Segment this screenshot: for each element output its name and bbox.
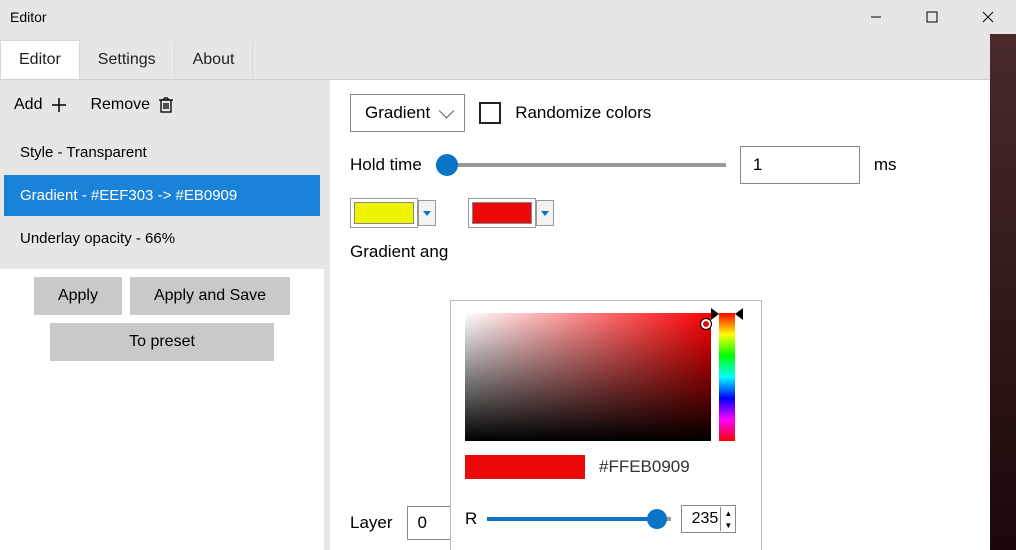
color1-swatch: [354, 202, 414, 224]
list-item[interactable]: Underlay opacity - 66%: [4, 218, 320, 259]
layer-label: Layer: [350, 513, 393, 533]
titlebar: Editor: [0, 0, 1016, 34]
hold-time-slider[interactable]: [436, 163, 726, 167]
tab-bar: Editor Settings About: [0, 34, 1016, 80]
r-spinner[interactable]: ▲▼: [681, 505, 736, 533]
hue-cursor-icon: [711, 308, 719, 320]
trash-icon: [158, 96, 174, 114]
to-preset-button[interactable]: To preset: [50, 323, 274, 361]
plus-icon: [50, 96, 68, 114]
list-item[interactable]: Style - Transparent: [4, 132, 320, 173]
tab-about[interactable]: About: [175, 41, 254, 79]
effect-list: Style - Transparent Gradient - #EEF303 -…: [0, 130, 324, 269]
chevron-down-icon[interactable]: ▼: [721, 519, 735, 531]
color1-swatch-group[interactable]: [350, 198, 436, 228]
color1-dropdown-icon[interactable]: [418, 200, 436, 226]
color-picker-popup: #FFEB0909 R ▲▼ G ▲▼: [450, 300, 762, 550]
maximize-button[interactable]: [904, 0, 960, 34]
remove-button[interactable]: Remove: [90, 96, 174, 114]
randomize-checkbox[interactable]: [479, 102, 501, 124]
chevron-up-icon[interactable]: ▲: [721, 507, 735, 519]
window-title: Editor: [10, 9, 47, 25]
tab-settings[interactable]: Settings: [80, 41, 175, 79]
hold-time-input[interactable]: [740, 146, 860, 184]
r-input[interactable]: [682, 506, 720, 532]
r-slider[interactable]: [487, 517, 671, 521]
sv-cursor-icon: [701, 319, 711, 329]
color2-swatch: [472, 202, 532, 224]
apply-save-button[interactable]: Apply and Save: [130, 277, 290, 315]
sidebar: Add Remove Style - Transparent Gradient …: [0, 80, 330, 550]
hue-slider[interactable]: [719, 313, 735, 441]
hex-label: #FFEB0909: [599, 457, 690, 477]
mode-dropdown[interactable]: Gradient: [350, 94, 465, 132]
color2-dropdown-icon[interactable]: [536, 200, 554, 226]
add-button[interactable]: Add: [14, 96, 68, 114]
color-preview: [465, 455, 585, 479]
apply-button[interactable]: Apply: [34, 277, 122, 315]
list-item[interactable]: Gradient - #EEF303 -> #EB0909: [4, 175, 320, 216]
hue-cursor-icon: [735, 308, 743, 320]
hold-time-unit: ms: [874, 155, 897, 175]
color2-swatch-group[interactable]: [468, 198, 554, 228]
saturation-value-box[interactable]: [465, 313, 711, 441]
r-label: R: [465, 509, 477, 529]
tab-editor[interactable]: Editor: [0, 40, 80, 79]
gradient-angle-label: Gradient ang: [350, 242, 448, 262]
close-button[interactable]: [960, 0, 1016, 34]
add-label: Add: [14, 96, 42, 114]
randomize-label: Randomize colors: [515, 103, 651, 123]
remove-label: Remove: [90, 96, 150, 114]
minimize-button[interactable]: [848, 0, 904, 34]
right-edge-strip: [990, 34, 1016, 550]
hold-time-label: Hold time: [350, 155, 422, 175]
